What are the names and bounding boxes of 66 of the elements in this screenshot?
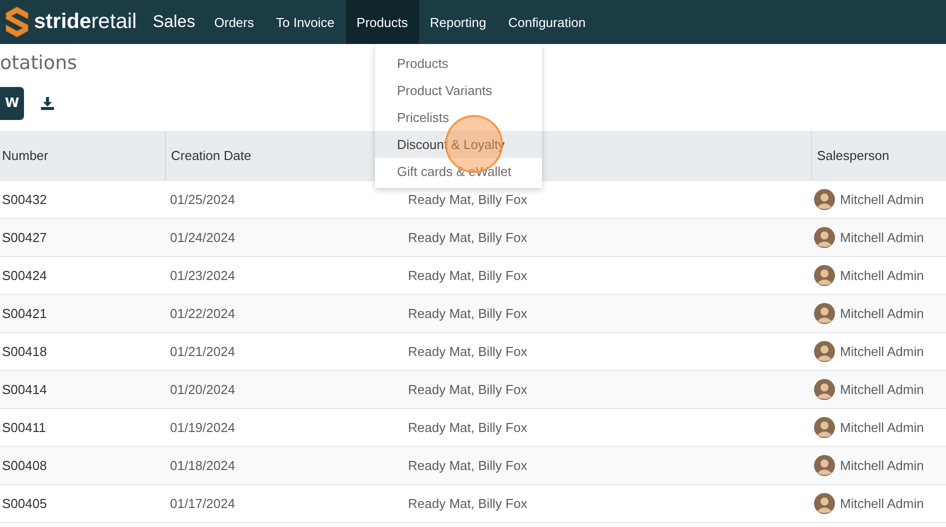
table-cell-text: 01/21/2024 [169, 344, 236, 359]
table-row[interactable]: S00414 01/20/2024 Ready Mat, Billy Fox Mitchell Admin [0, 371, 946, 409]
avatar-icon [814, 227, 835, 248]
column-header[interactable]: Salesperson [817, 148, 890, 163]
nav-menu-item[interactable]: Orders [203, 0, 265, 44]
table-cell: Mitchell Admin [840, 306, 924, 321]
app-name[interactable]: Sales [152, 12, 196, 32]
nav-menu-item[interactable]: Reporting [418, 0, 498, 44]
new-button[interactable]: W [0, 87, 24, 120]
table-cell-text: S00432 [1, 192, 48, 207]
table-cell-text: 01/23/2024 [169, 268, 236, 283]
table-cell-text: S00427 [1, 230, 48, 245]
avatar-icon [814, 265, 835, 286]
dropdown-item[interactable]: Pricelists [375, 104, 542, 131]
table-cell-text: 01/18/2024 [169, 458, 236, 473]
download-icon[interactable] [41, 97, 54, 110]
page-title: otations [0, 52, 78, 74]
table-cell: Mitchell Admin [840, 192, 924, 207]
table-cell-text: Ready Mat, Billy Fox [407, 192, 528, 207]
avatar-icon [814, 379, 835, 400]
nav-menu-item[interactable]: Configuration [497, 0, 597, 44]
table-cell-text: S00421 [1, 306, 48, 321]
table-cell-text: 01/20/2024 [169, 382, 236, 397]
table-row[interactable]: S00421 01/22/2024 Ready Mat, Billy Fox Mitchell Admin [0, 295, 946, 333]
table-cell-text: Ready Mat, Billy Fox [407, 268, 528, 283]
table-cell-text: S00424 [1, 268, 48, 283]
table-cell-text: S00405 [1, 496, 48, 511]
table-cell: Mitchell Admin [840, 496, 924, 511]
table-cell-text: S00414 [1, 382, 48, 397]
table-row[interactable]: S00408 01/18/2024 Ready Mat, Billy Fox Mitchell Admin [0, 447, 946, 485]
table-cell-text: S00411 [1, 420, 47, 435]
avatar-icon [814, 341, 835, 362]
table-cell-text: Ready Mat, Billy Fox [407, 458, 528, 473]
avatar-icon [814, 493, 835, 514]
table-cell-text: Ready Mat, Billy Fox [407, 306, 528, 321]
table-cell: Mitchell Admin [840, 344, 924, 359]
table-row[interactable]: S00427 01/24/2024 Ready Mat, Billy Fox Mitchell Admin [0, 219, 946, 257]
table-cell-text: Ready Mat, Billy Fox [407, 420, 528, 435]
nav-menu-item[interactable]: To Invoice [264, 0, 346, 44]
table-cell-text: Ready Mat, Billy Fox [407, 230, 528, 245]
table-cell: Mitchell Admin [840, 458, 924, 473]
table-cell-text: 01/25/2024 [169, 192, 236, 207]
avatar-icon [814, 189, 835, 210]
logo-icon [4, 6, 30, 38]
dropdown-item[interactable]: Products [375, 50, 542, 77]
table-cell-text: 01/22/2024 [169, 306, 236, 321]
table-cell: Mitchell Admin [840, 268, 924, 283]
table-cell-text: 01/17/2024 [169, 496, 236, 511]
column-header[interactable]: Creation Date [171, 148, 252, 163]
column-header[interactable]: Number [2, 148, 48, 163]
table-cell-text: S00408 [1, 458, 48, 473]
table-cell: Mitchell Admin [840, 230, 924, 245]
table-cell-text: Ready Mat, Billy Fox [407, 382, 528, 397]
table-cell-text: Ready Mat, Billy Fox [407, 344, 528, 359]
table-cell-text: S00418 [1, 344, 48, 359]
table-cell: Mitchell Admin [840, 382, 924, 397]
table-cell-text: 01/24/2024 [169, 230, 236, 245]
brand-name: strideretail [34, 10, 137, 34]
avatar-icon [814, 455, 835, 476]
table-cell-text: 01/19/2024 [169, 420, 236, 435]
table-cell: Mitchell Admin [840, 420, 924, 435]
avatar-icon [814, 303, 835, 324]
table-cell-text: Ready Mat, Billy Fox [407, 496, 528, 511]
dropdown-item[interactable]: Product Variants [375, 77, 542, 104]
avatar-icon [814, 417, 835, 438]
nav-menu-item[interactable]: Products [346, 0, 419, 44]
